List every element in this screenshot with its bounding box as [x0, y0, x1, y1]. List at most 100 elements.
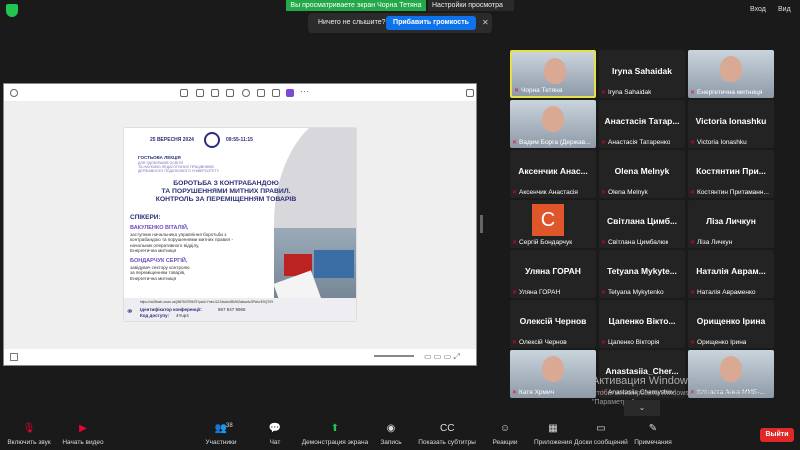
participant-tile[interactable]: С Сергій Бондарчук	[510, 200, 596, 248]
participant-tile[interactable]: Tetyana Mykyte... Tetyana Mykytenko	[599, 250, 685, 298]
participant-name: Iryna Sahaidak	[611, 66, 672, 76]
toolbar-button[interactable]: 💬 Чат	[250, 418, 300, 450]
toolbar-icon: ▶	[79, 423, 87, 434]
gallery-chevron-down-icon[interactable]: ⌄	[624, 400, 660, 416]
participant-label: Катя Хрмич	[512, 389, 554, 396]
view-options-button[interactable]: Настройки просмотра	[428, 0, 514, 11]
toolbar-button[interactable]: ☺ Реакции	[480, 418, 530, 450]
slide-date: 25 ВЕРЕСНЯ 2024	[150, 137, 194, 143]
meeting-toolbar: 🎙 Включить звук ▶ Начать видео 👥 38 Участники 💬…	[0, 418, 800, 450]
shared-window-toolbar: ···	[4, 84, 476, 102]
participant-label: Ліза Личкун	[690, 239, 732, 246]
participant-tile[interactable]: Олексій Чернов Олексій Чернов	[510, 300, 596, 348]
conf-id-label: Ідентифікатор конференції:	[140, 307, 202, 312]
zoom-logo-icon: ⚭	[126, 306, 134, 316]
zoom-slider	[374, 355, 414, 357]
leave-button[interactable]: Выйти	[760, 428, 794, 442]
participant-label: Iryna Sahaidak	[601, 89, 651, 96]
view-button[interactable]: Вид	[778, 6, 791, 13]
windows-activation-text: Чтобы активировать Windows, перейдите в …	[592, 390, 758, 407]
participant-tile[interactable]: Цапенко Вікто... Цапенко Вікторія	[599, 300, 685, 348]
participant-label: Victoria Ionashku	[690, 139, 747, 146]
resize-handle[interactable]	[480, 215, 483, 233]
access-code: 4Yup4	[176, 313, 189, 318]
participant-name: Ліза Личкун	[706, 216, 756, 226]
toolbar-label: Начать видео	[62, 439, 104, 446]
participant-tile[interactable]: Iryna Sahaidak Iryna Sahaidak	[599, 50, 685, 98]
participant-name: Світлана Цимб...	[606, 216, 678, 226]
participant-tile[interactable]: Вадим Борга (Держав...	[510, 100, 596, 148]
shared-window-statusbar: ▭ ▭ ▭ ⤢	[4, 349, 476, 365]
access-code-label: Код доступу:	[140, 313, 170, 318]
participant-tile[interactable]: Світлана Цимб... Світлана Цимбалюк	[599, 200, 685, 248]
speakers-label: СПІКЕРИ:	[130, 214, 161, 221]
toolbar-icon	[242, 89, 250, 97]
windows-activation-title: Активация Windows	[592, 375, 694, 387]
clock-icon	[204, 132, 220, 148]
toolbar-button[interactable]: ✎ Примечания	[628, 418, 678, 450]
participant-tile[interactable]: Наталія Аврам... Наталія Авраменко	[688, 250, 774, 298]
participant-tile[interactable]: Катя Хрмич	[510, 350, 596, 398]
signin-button[interactable]: Вход	[750, 6, 766, 13]
lecture-title: ГОСТЬОВА ЛЕКЦІЯ	[138, 155, 181, 160]
participant-label: Чорна Тетяна	[514, 87, 562, 94]
participant-name: Tetyana Mykyte...	[607, 266, 677, 276]
toolbar-icon: ▭	[596, 423, 606, 434]
presentation-slide: 25 ВЕРЕСНЯ 2024 09:55-11:15 ГОСТЬОВА ЛЕК…	[124, 128, 356, 321]
toolbar-button[interactable]: ▭ Доски сообщений	[566, 418, 636, 450]
slide-headline: БОРОТЬБА З КОНТРАБАНДОЮ ТА ПОРУШЕННЯМИ МИ…	[155, 180, 297, 203]
toolbar-icon	[286, 89, 294, 97]
slide-time: 09:55-11:15	[226, 137, 253, 143]
participant-name: Аксенчик Анас...	[518, 166, 588, 176]
participant-label: Анастасія Татаренко	[601, 139, 670, 146]
speaker2-role: завідувач сектору контролю за переміщення…	[130, 265, 190, 281]
participant-tile[interactable]: Victoria Ionashku Victoria Ionashku	[688, 100, 774, 148]
participant-label: Олексій Чернов	[512, 339, 567, 346]
toolbar-button[interactable]: 🎙 Включить звук	[4, 418, 54, 450]
more-icon: ···	[300, 86, 309, 96]
participant-label: Уляна ГОРАН	[512, 289, 560, 296]
participant-name: Анастасія Татар...	[604, 116, 680, 126]
toolbar-label: Участники	[205, 439, 237, 446]
close-icon	[466, 89, 474, 97]
toolbar-button[interactable]: ⬆ Демонстрация экрана	[300, 418, 370, 450]
toolbar-button[interactable]: 👥 38 Участники	[196, 418, 246, 450]
toolbar-icon	[257, 89, 265, 97]
toolbar-icon: ▦	[548, 423, 558, 434]
toolbar-icon	[226, 89, 234, 97]
toolbar-button[interactable]: ◉ Запись	[366, 418, 416, 450]
participant-name: Olena Melnyk	[614, 166, 670, 176]
toolbar-icon: ✎	[648, 423, 658, 434]
toolbar-label: Запись	[380, 439, 402, 446]
zoom-link: https://us05web.zoom.us/j/86784799675?pw…	[140, 300, 273, 304]
participant-count: 38	[226, 423, 233, 429]
view-icons: ▭ ▭ ▭ ⤢	[424, 352, 460, 361]
toolbar-icon	[180, 89, 188, 97]
participant-tile[interactable]: Орищенко Ірина Орищенко Ірина	[688, 300, 774, 348]
toolbar-button[interactable]: ▶ Начать видео	[58, 418, 108, 450]
participant-label: Костянтин Притаманн...	[690, 189, 769, 196]
conf-id: 867 847 9965	[218, 307, 246, 312]
toolbar-icon: CC	[440, 423, 455, 434]
participant-tile[interactable]: Olena Melnyk Olena Melnyk	[599, 150, 685, 198]
toolbar-button[interactable]: CC Показать субтитры	[412, 418, 482, 450]
close-icon[interactable]: ✕	[482, 18, 489, 27]
participant-label: Olena Melnyk	[601, 189, 648, 196]
participant-tile[interactable]: Анастасія Татар... Анастасія Татаренко	[599, 100, 685, 148]
participant-tile[interactable]: Уляна ГОРАН Уляна ГОРАН	[510, 250, 596, 298]
participant-name: Олексій Чернов	[519, 316, 587, 326]
toolbar-label: Примечания	[634, 439, 672, 446]
participant-tile[interactable]: Костянтин При... Костянтин Притаманн...	[688, 150, 774, 198]
participant-name: Орищенко Ірина	[696, 316, 766, 326]
participant-avatar: С	[532, 204, 564, 236]
participant-tile[interactable]: Ліза Личкун Ліза Личкун	[688, 200, 774, 248]
increase-volume-button[interactable]: Прибавить громкость	[386, 16, 476, 30]
toolbar-label: Включить звук	[7, 439, 51, 446]
participant-tile[interactable]: Енергетична митниця	[688, 50, 774, 98]
security-shield-icon[interactable]	[6, 4, 18, 17]
participant-tile[interactable]: Аксенчик Анас... Аксенчик Анастасія	[510, 150, 596, 198]
participant-name: Костянтин При...	[696, 166, 766, 176]
toolbar-icon	[272, 89, 280, 97]
app-icon	[10, 89, 18, 97]
participant-tile[interactable]: Чорна Тетяна	[510, 50, 596, 98]
